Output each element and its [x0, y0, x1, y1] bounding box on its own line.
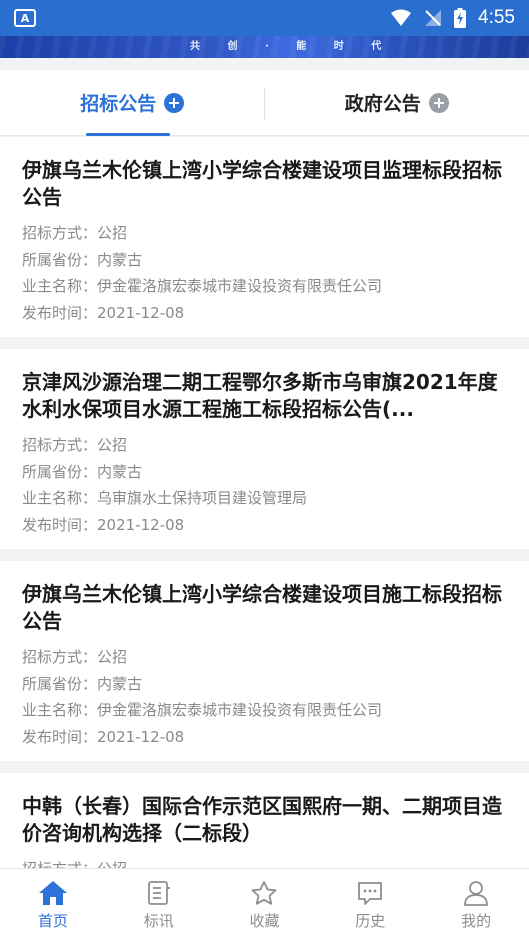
plus-circle-icon[interactable]: [164, 92, 185, 113]
list-item[interactable]: 京津风沙源治理二期工程鄂尔多斯市乌审旗2021年度水利水保项目水源工程施工标段招…: [0, 349, 529, 549]
user-icon: [464, 881, 488, 906]
no-signal-icon: [425, 10, 442, 26]
nav-label: 历史: [355, 912, 386, 930]
item-province: 所属省份：内蒙古: [22, 250, 143, 269]
item-title: 伊旗乌兰木伦镇上湾小学综合楼建设项目监理标段招标公告: [22, 158, 502, 209]
item-method: 招标方式：公招: [22, 224, 128, 242]
tab-label: 政府公告: [344, 93, 421, 115]
list-item[interactable]: 伊旗乌兰木伦镇上湾小学综合楼建设项目监理标段招标公告 招标方式：公招 所属省份：…: [0, 137, 529, 337]
nav-history[interactable]: 历史: [317, 869, 423, 942]
status-indicators: 4:55: [390, 7, 515, 29]
document-icon: [147, 881, 170, 905]
item-method: 招标方式：公招: [22, 648, 128, 666]
chat-icon: [358, 882, 383, 905]
tab-government-announcement[interactable]: 政府公告: [265, 70, 529, 135]
status-bar: A 4:55: [0, 0, 529, 36]
header-banner: 共 创 · 能 时 代: [0, 36, 529, 58]
wifi-icon: [391, 9, 412, 26]
item-owner: 业主名称：伊金霍洛旗宏泰城市建设投资有限责任公司: [22, 277, 383, 295]
app-notification-icon: A: [14, 9, 36, 27]
star-icon: [252, 881, 277, 905]
nav-label: 标讯: [143, 912, 174, 930]
active-tab-indicator: [86, 133, 171, 136]
item-title: 伊旗乌兰木伦镇上湾小学综合楼建设项目施工标段招标公告: [22, 582, 502, 633]
clock: 4:55: [478, 7, 515, 28]
announcement-tabs: 招标公告 政府公告: [0, 70, 529, 136]
nav-label: 收藏: [249, 912, 280, 930]
item-owner: 业主名称：伊金霍洛旗宏泰城市建设投资有限责任公司: [22, 701, 383, 719]
list-item[interactable]: 中韩（长春）国际合作示范区国熙府一期、二期项目造价咨询机构选择（二标段） 招标方…: [0, 773, 529, 868]
battery-charging-icon: [454, 8, 467, 28]
item-date: 发布时间：2021-12-08: [22, 303, 185, 322]
nav-label: 首页: [37, 912, 68, 930]
item-owner: 业主名称：乌审旗水土保持项目建设管理局: [22, 489, 308, 507]
nav-profile[interactable]: 我的: [423, 869, 529, 942]
nav-bids[interactable]: 标讯: [106, 869, 212, 942]
item-date: 发布时间：2021-12-08: [22, 515, 185, 534]
item-method: 招标方式：公招: [22, 856, 507, 868]
item-province: 所属省份：内蒙古: [22, 462, 143, 481]
list-item[interactable]: 伊旗乌兰木伦镇上湾小学综合楼建设项目施工标段招标公告 招标方式：公招 所属省份：…: [0, 561, 529, 761]
nav-label: 我的: [461, 912, 492, 930]
bottom-navigation: 首页 标讯 收藏 历史 我的: [0, 868, 529, 942]
announcement-list[interactable]: 伊旗乌兰木伦镇上湾小学综合楼建设项目监理标段招标公告 招标方式：公招 所属省份：…: [0, 137, 529, 868]
nav-home[interactable]: 首页: [0, 869, 106, 942]
home-icon: [38, 881, 67, 905]
nav-favorites[interactable]: 收藏: [212, 869, 318, 942]
banner-slogan: 共 创 · 能 时 代: [190, 41, 394, 52]
item-title: 中韩（长春）国际合作示范区国熙府一期、二期项目造价咨询机构选择（二标段）: [22, 794, 502, 845]
item-province: 所属省份：内蒙古: [22, 674, 143, 693]
item-date: 发布时间：2021-12-08: [22, 727, 185, 746]
item-method: 招标方式：公招: [22, 436, 128, 454]
tab-label: 招标公告: [80, 93, 157, 115]
plus-circle-icon[interactable]: [428, 92, 449, 113]
item-title: 京津风沙源治理二期工程鄂尔多斯市乌审旗2021年度水利水保项目水源工程施工标段招…: [22, 370, 498, 421]
tab-tender-announcement[interactable]: 招标公告: [0, 70, 265, 136]
